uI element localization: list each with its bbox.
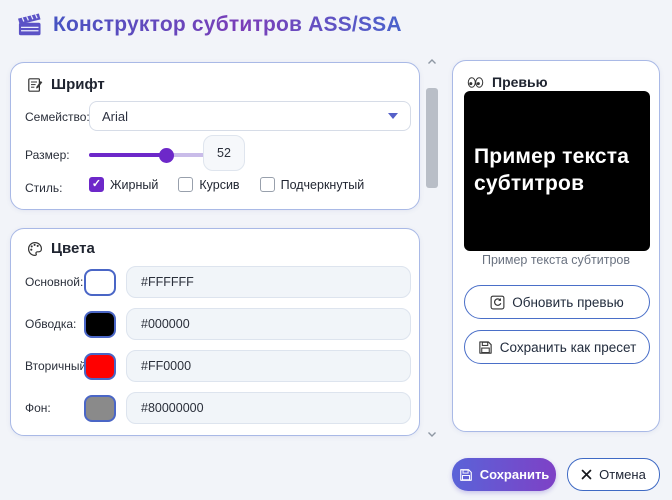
background-color-label: Фон: xyxy=(25,401,51,415)
outline-color-label: Обводка: xyxy=(25,317,77,331)
slider-thumb[interactable] xyxy=(159,147,174,163)
slider-fill xyxy=(89,153,167,157)
cancel-button[interactable]: Отмена xyxy=(567,458,660,491)
font-family-value: Arial xyxy=(102,108,129,124)
preview-card-title: Превью xyxy=(492,74,548,90)
preview-card: Превью Пример текста субтитров Пример те… xyxy=(452,60,660,432)
chevron-down-icon xyxy=(388,113,398,119)
primary-color-label: Основной: xyxy=(25,275,84,289)
palette-icon xyxy=(27,241,43,257)
secondary-color-label: Вторичный: xyxy=(25,359,90,373)
checkbox-icon[interactable] xyxy=(259,177,275,192)
floppy-disk-icon xyxy=(478,340,493,355)
scrollbar-up-arrow[interactable] xyxy=(426,55,438,67)
scrollbar-down-arrow[interactable] xyxy=(426,428,438,440)
preview-box-text: Пример текста субтитров xyxy=(474,145,630,195)
checkbox-icon[interactable] xyxy=(178,177,194,192)
subtitle-preview-box: Пример текста субтитров xyxy=(464,91,650,251)
font-card-title: Шрифт xyxy=(51,76,105,93)
background-color-input[interactable] xyxy=(126,392,411,424)
save-button-label: Сохранить xyxy=(479,467,550,482)
page-title: Конструктор субтитров ASS/SSA xyxy=(53,12,402,36)
font-card-header: Шрифт xyxy=(27,76,105,93)
style-option-label: Жирный xyxy=(110,177,159,192)
primary-color-swatch[interactable] xyxy=(84,269,116,296)
style-checkbox-underline[interactable]: Подчеркнутый xyxy=(259,177,365,192)
eyes-icon xyxy=(467,76,484,89)
background-color-swatch[interactable] xyxy=(84,395,116,422)
secondary-color-swatch[interactable] xyxy=(84,353,116,380)
colors-card: Цвета Основной: Обводка: Вторичный: Фон: xyxy=(10,228,420,436)
floppy-disk-icon xyxy=(459,468,473,482)
checkbox-icon[interactable] xyxy=(89,177,104,192)
font-size-box xyxy=(203,135,245,171)
preview-card-header: Превью xyxy=(467,74,548,90)
cancel-button-label: Отмена xyxy=(599,467,646,482)
preview-caption: Пример текста субтитров xyxy=(481,253,631,267)
scrollbar-thumb[interactable] xyxy=(426,88,438,188)
secondary-color-input[interactable] xyxy=(126,350,411,382)
style-options: Жирный Курсив Подчеркнутый xyxy=(89,177,364,192)
outline-color-input[interactable] xyxy=(126,308,411,340)
clapperboard-icon xyxy=(16,12,43,37)
font-card: Шрифт Семейство: Arial Размер: Стиль: Жи… xyxy=(10,62,420,210)
style-label: Стиль: xyxy=(25,181,63,195)
size-label: Размер: xyxy=(25,148,70,162)
update-preview-label: Обновить превью xyxy=(512,294,624,310)
font-size-slider[interactable] xyxy=(89,147,209,163)
save-button[interactable]: Сохранить xyxy=(452,458,556,491)
outline-color-swatch[interactable] xyxy=(84,311,116,338)
primary-color-input[interactable] xyxy=(126,266,411,298)
colors-card-title: Цвета xyxy=(51,240,95,257)
style-checkbox-bold[interactable]: Жирный xyxy=(89,177,158,192)
save-preset-button[interactable]: Сохранить как пресет xyxy=(464,330,650,364)
update-preview-button[interactable]: Обновить превью xyxy=(464,285,650,319)
close-icon xyxy=(581,469,592,480)
style-checkbox-italic[interactable]: Курсив xyxy=(178,177,240,192)
colors-card-header: Цвета xyxy=(27,240,95,257)
font-size-input[interactable] xyxy=(204,136,244,170)
font-family-select[interactable]: Arial xyxy=(89,101,411,131)
style-option-label: Подчеркнутый xyxy=(280,177,365,192)
save-preset-label: Сохранить как пресет xyxy=(499,339,637,355)
family-label: Семейство: xyxy=(25,110,90,124)
memo-icon xyxy=(27,77,43,93)
style-option-label: Курсив xyxy=(199,177,240,192)
subtitle-constructor-app: Конструктор субтитров ASS/SSA Шрифт Семе… xyxy=(0,0,672,500)
refresh-icon xyxy=(490,295,505,310)
app-header: Конструктор субтитров ASS/SSA xyxy=(16,12,402,37)
